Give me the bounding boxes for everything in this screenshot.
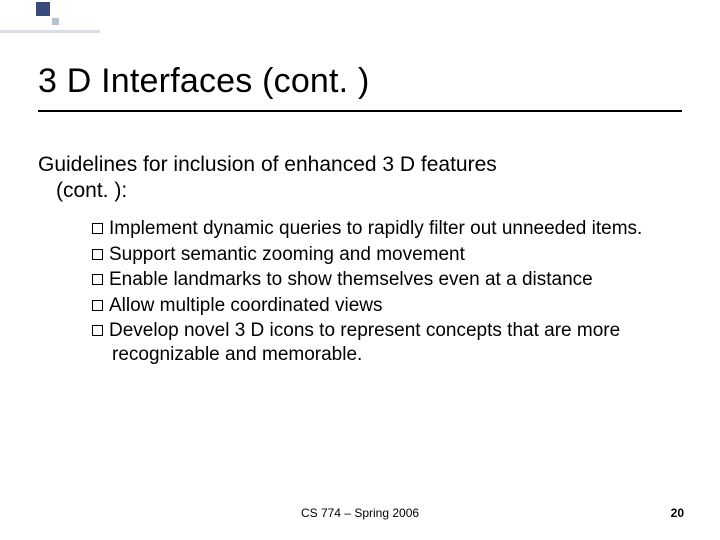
list-item: Enable landmarks to show themselves even… [92,268,682,292]
list-item: Implement dynamic queries to rapidly fil… [92,217,682,241]
square-bullet-icon [92,300,103,311]
square-bullet-icon [92,274,103,285]
list-item: Develop novel 3 D icons to represent con… [92,319,682,366]
square-bullet-icon [92,249,103,260]
square-bullet-icon [92,325,103,336]
list-item: Allow multiple coordinated views [92,294,682,318]
footer-center: CS 774 – Spring 2006 [0,506,720,520]
bullet-text: Implement dynamic queries to rapidly fil… [109,218,642,239]
page-number: 20 [671,506,684,520]
square-bullet-icon [92,223,103,234]
body-lead: Guidelines for inclusion of enhanced 3 D… [38,152,682,203]
bullet-list: Implement dynamic queries to rapidly fil… [38,217,682,366]
deco-square-large [36,2,50,16]
corner-decoration [0,0,110,40]
bullet-text: Enable landmarks to show themselves even… [109,269,593,290]
deco-bar [0,30,100,33]
list-item: Support semantic zooming and movement [92,243,682,267]
lead-line-2: (cont. ): [38,179,127,202]
slide-title: 3 D Interfaces (cont. ) [38,62,370,101]
deco-square-small [52,18,59,25]
bullet-text: Allow multiple coordinated views [109,295,383,316]
bullet-text: Develop novel 3 D icons to represent con… [109,320,620,365]
body-area: Guidelines for inclusion of enhanced 3 D… [38,152,682,369]
bullet-text: Support semantic zooming and movement [109,244,465,265]
title-underline [38,110,682,112]
lead-line-1: Guidelines for inclusion of enhanced 3 D… [38,153,497,176]
